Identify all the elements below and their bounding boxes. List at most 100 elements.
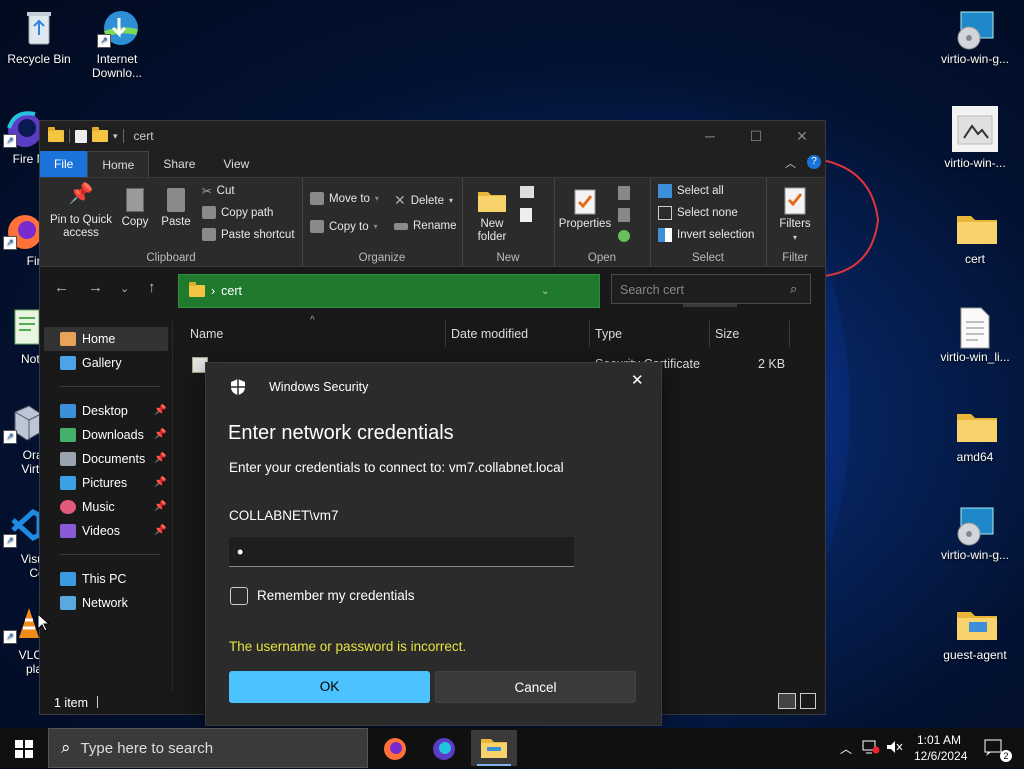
pin-icon[interactable]: 📌 (154, 477, 166, 488)
taskbar-search-box[interactable]: ⌕ Type here to search (48, 728, 368, 768)
new-folder-button[interactable]: New folder (468, 188, 516, 244)
open-icon[interactable] (618, 186, 630, 200)
network-status-icon[interactable] (862, 740, 880, 757)
column-separator[interactable] (789, 321, 790, 347)
chevron-down-icon[interactable]: ⌄ (541, 286, 549, 297)
taskbar-firefox-nightly-icon[interactable] (423, 732, 465, 766)
properties-icon[interactable] (75, 129, 87, 143)
column-header-size[interactable]: Size (715, 327, 739, 343)
clock[interactable]: 1:01 AM 12/6/2024 (914, 732, 967, 764)
pin-icon[interactable]: 📌 (154, 405, 166, 416)
nav-item-downloads[interactable]: Downloads (60, 424, 144, 446)
volume-muted-icon[interactable] (886, 740, 904, 757)
nav-item-gallery[interactable]: Gallery (60, 352, 122, 374)
delete-button[interactable]: ✕ Delete ▾ (394, 192, 453, 209)
column-header-name[interactable]: Name (190, 327, 223, 343)
move-to-button[interactable]: Move to ▾ (310, 192, 379, 205)
desktop-icon-guest-agent-folder[interactable]: guest-agent (930, 604, 1020, 662)
downloads-icon (60, 428, 76, 442)
column-separator[interactable] (445, 321, 446, 347)
invert-selection-button[interactable]: Invert selection (658, 228, 754, 242)
copy-button[interactable]: Copy (118, 188, 152, 229)
easy-access-icon[interactable] (520, 208, 532, 222)
nav-item-home[interactable]: Home (60, 328, 115, 350)
tab-view[interactable]: View (209, 151, 263, 177)
filters-button[interactable]: Filters ▾ (770, 186, 820, 244)
new-folder-icon[interactable] (92, 127, 108, 142)
desktop-icon-amd64-folder[interactable]: amd64 (930, 406, 1020, 464)
details-view-icon[interactable] (778, 693, 796, 709)
ok-button[interactable]: OK (229, 671, 430, 703)
remember-credentials-checkbox[interactable] (230, 587, 248, 605)
address-row: ← → ⌄ ↑ › cert ⌄ ✕ Search cert ⌕ (40, 267, 825, 311)
shortcut-arrow-icon: ↗ (3, 134, 17, 148)
nav-item-music[interactable]: Music (60, 496, 115, 518)
copy-path-button[interactable]: Copy path (202, 206, 273, 219)
search-input[interactable]: Search cert (611, 274, 811, 304)
status-item-count: 1 item (54, 696, 89, 710)
tab-home[interactable]: Home (87, 151, 150, 177)
recent-locations-chevron-icon[interactable]: ⌄ (120, 282, 129, 295)
back-arrow-icon[interactable]: ← (54, 279, 69, 296)
forward-arrow-icon[interactable]: → (88, 279, 103, 296)
column-separator[interactable] (709, 321, 710, 347)
show-hidden-icons-chevron-icon[interactable]: ︿ (840, 740, 852, 757)
desktop-icon-virtio-win-license[interactable]: virtio-win_li... (930, 306, 1020, 364)
paste-shortcut-button[interactable]: Paste shortcut (202, 228, 295, 241)
pin-icon[interactable]: 📌 (154, 429, 166, 440)
cancel-button[interactable]: Cancel (435, 671, 636, 703)
tab-share[interactable]: Share (149, 151, 209, 177)
column-header-date-modified[interactable]: Date modified (451, 327, 528, 343)
nav-item-documents[interactable]: Documents (60, 448, 145, 470)
rename-button[interactable]: Rename (394, 220, 456, 232)
windows-start-icon[interactable] (15, 740, 33, 761)
pin-icon[interactable]: 📌 (154, 453, 166, 464)
large-icons-view-icon[interactable] (800, 693, 816, 709)
nav-item-this-pc[interactable]: This PC (60, 568, 126, 590)
dialog-title: Windows Security (269, 380, 369, 394)
maximize-button[interactable]: ☐ (733, 121, 779, 151)
history-icon[interactable] (618, 230, 630, 242)
nav-item-pictures[interactable]: Pictures (60, 472, 127, 494)
breadcrumb-cert[interactable]: cert (221, 284, 242, 298)
help-icon[interactable]: ? (807, 155, 821, 169)
tab-file[interactable]: File (40, 151, 88, 177)
nav-item-videos[interactable]: Videos (60, 520, 120, 542)
up-arrow-icon[interactable]: ↑ (148, 279, 156, 296)
nav-item-network[interactable]: Network (60, 592, 128, 614)
address-bar[interactable]: › cert ⌄ ✕ (178, 274, 737, 308)
chevron-down-icon[interactable]: ▾ (113, 131, 118, 142)
edit-icon[interactable] (618, 208, 630, 222)
cut-button[interactable]: ✂ Cut (202, 184, 235, 198)
file-size: 2 KB (758, 357, 786, 371)
password-field[interactable]: • (229, 537, 574, 567)
desktop-icon-virtio-win-guest-tools-2[interactable]: virtio-win-g... (930, 504, 1020, 562)
new-item-icon[interactable] (520, 186, 534, 198)
column-header-type[interactable]: Type (595, 327, 622, 343)
minimize-button[interactable]: ─ (687, 121, 733, 151)
pin-icon[interactable]: 📌 (154, 501, 166, 512)
pin-quick-access-button[interactable]: 📌 Pin to Quick access (46, 184, 116, 240)
paste-button[interactable]: Paste (158, 188, 194, 229)
desktop-icon-virtio-win-guest-tools[interactable]: virtio-win-g... (930, 8, 1020, 66)
desktop-icon-virtio-win-image[interactable]: virtio-win-... (930, 106, 1020, 170)
column-separator[interactable] (589, 321, 590, 347)
properties-button[interactable]: Properties (556, 188, 614, 231)
home-icon (60, 332, 76, 346)
desktop-icon-internet-download[interactable]: ↗ Internet Downlo... (72, 8, 162, 80)
taskbar-file-explorer-icon[interactable] (471, 730, 517, 766)
folder-icon (48, 127, 64, 142)
rename-icon (394, 222, 408, 230)
select-none-button[interactable]: Select none (658, 206, 738, 220)
copy-to-button[interactable]: Copy to ▾ (310, 220, 378, 233)
dialog-close-icon[interactable]: ✕ (631, 371, 644, 389)
pin-icon[interactable]: 📌 (154, 525, 166, 536)
select-all-button[interactable]: Select all (658, 184, 724, 198)
collapse-ribbon-icon[interactable]: ︿ (785, 155, 796, 171)
remember-credentials-label[interactable]: Remember my credentials (257, 588, 415, 603)
nav-item-desktop[interactable]: Desktop (60, 400, 128, 422)
desktop-icon-cert-folder[interactable]: cert (930, 208, 1020, 266)
copy-icon (118, 188, 152, 216)
taskbar-firefox-icon[interactable] (374, 732, 416, 766)
close-button[interactable]: ✕ (779, 121, 825, 151)
